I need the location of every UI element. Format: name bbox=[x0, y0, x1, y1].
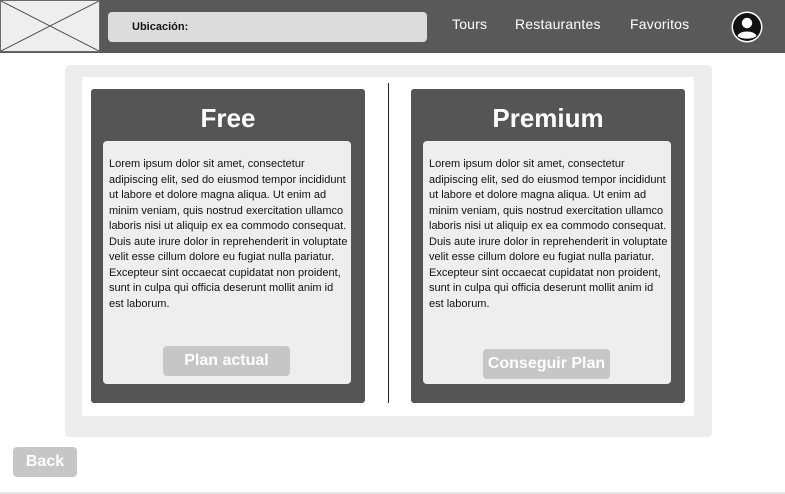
plan-title: Premium bbox=[492, 103, 604, 133]
plan-body: Lorem ipsum dolor sit amet, consectetur … bbox=[423, 141, 671, 384]
back-button[interactable]: Back bbox=[13, 447, 77, 477]
current-plan-button[interactable]: Plan actual bbox=[163, 346, 290, 376]
plan-description: Lorem ipsum dolor sit amet, consectetur … bbox=[109, 158, 348, 310]
location-label: Ubicación: bbox=[132, 21, 189, 33]
plan-card-premium: Premium Lorem ipsum dolor sit amet, cons… bbox=[411, 89, 685, 403]
logo-placeholder-icon[interactable] bbox=[0, 0, 100, 52]
plan-body: Lorem ipsum dolor sit amet, consectetur … bbox=[103, 141, 351, 384]
top-bar: Ubicación: Tours Restaurantes Favoritos bbox=[0, 0, 785, 53]
nav-tours[interactable]: Tours bbox=[452, 16, 487, 32]
get-plan-button[interactable]: Conseguir Plan bbox=[483, 349, 610, 379]
image-placeholder-icon bbox=[1, 1, 99, 51]
user-avatar-icon[interactable] bbox=[731, 11, 763, 43]
nav-restaurantes[interactable]: Restaurantes bbox=[515, 16, 601, 32]
location-input[interactable]: Ubicación: bbox=[108, 12, 427, 42]
plans-divider bbox=[388, 83, 389, 403]
plan-card-free: Free Lorem ipsum dolor sit amet, consect… bbox=[91, 89, 365, 403]
plan-title: Free bbox=[200, 103, 256, 133]
plan-description: Lorem ipsum dolor sit amet, consectetur … bbox=[429, 158, 668, 310]
nav-favoritos[interactable]: Favoritos bbox=[630, 16, 689, 32]
